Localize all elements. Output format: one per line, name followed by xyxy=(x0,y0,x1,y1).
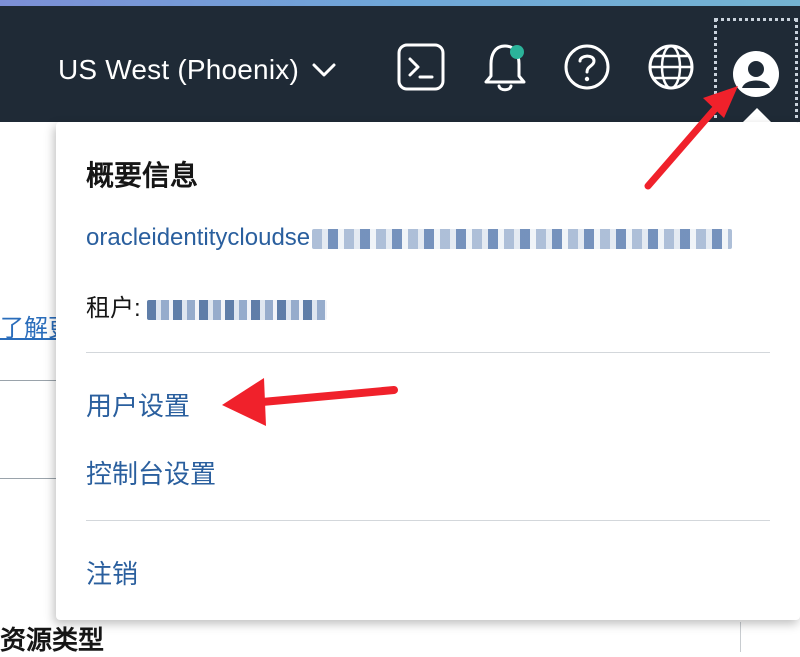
section-heading: 资源类型 xyxy=(0,625,105,655)
sign-out-link[interactable]: 注销 xyxy=(86,554,138,591)
redacted-email xyxy=(312,228,733,249)
help-icon[interactable] xyxy=(563,43,611,91)
profile-title: 概要信息 xyxy=(86,160,199,191)
content-divider xyxy=(0,478,60,479)
tenant-info: 租户: xyxy=(86,288,327,323)
redacted-tenant xyxy=(146,299,327,320)
user-email-link[interactable]: oracleidentitycloudse xyxy=(86,224,733,252)
column-divider xyxy=(740,622,741,652)
bell-icon[interactable] xyxy=(480,40,530,94)
region-selector[interactable]: US West (Phoenix) xyxy=(58,50,337,90)
tenant-label: 租户: xyxy=(86,295,141,322)
profile-dropdown: 概要信息 oracleidentitycloudse 租户: 用户设置 控制台设… xyxy=(56,122,800,620)
globe-icon[interactable] xyxy=(647,43,695,91)
user-settings-link[interactable]: 用户设置 xyxy=(86,386,190,423)
user-avatar-icon xyxy=(732,50,780,98)
region-label: US West (Phoenix) xyxy=(58,54,299,85)
top-header: US West (Phoenix) xyxy=(0,6,800,126)
console-settings-link[interactable]: 控制台设置 xyxy=(86,454,216,491)
menu-divider xyxy=(86,352,770,353)
content-divider xyxy=(0,380,60,381)
menu-divider xyxy=(86,520,770,521)
chevron-down-icon xyxy=(311,57,337,83)
user-email-text: oracleidentitycloudse xyxy=(86,224,311,251)
cloud-shell-icon[interactable] xyxy=(396,42,446,92)
notification-dot xyxy=(510,45,524,59)
